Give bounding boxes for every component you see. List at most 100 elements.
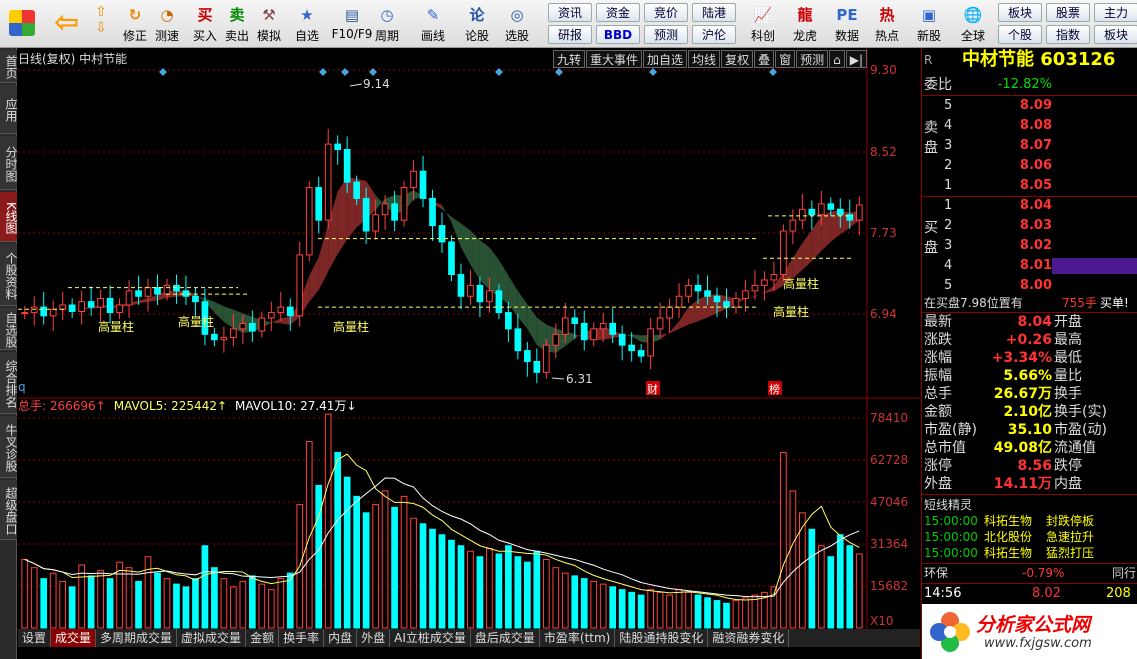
candle-body[interactable] <box>495 290 503 314</box>
volume-bar[interactable] <box>315 484 323 629</box>
龙虎-button[interactable]: 龍龙虎 <box>786 2 824 46</box>
candle-body[interactable] <box>391 203 398 221</box>
candle-body[interactable] <box>723 301 730 308</box>
volume-bar[interactable] <box>780 452 787 629</box>
volume-bar[interactable] <box>305 441 313 629</box>
volume-bar[interactable] <box>324 413 332 629</box>
volume-bar[interactable] <box>391 506 398 629</box>
volume-bar[interactable] <box>448 539 455 629</box>
chart-tool-7[interactable]: 预测 <box>796 50 829 68</box>
sell-level-row[interactable]: 3 8.07 <box>922 137 1137 155</box>
volume-bar[interactable] <box>400 495 408 629</box>
volume-bar[interactable] <box>144 556 152 629</box>
candle-body[interactable] <box>305 187 313 256</box>
科创-button[interactable]: 📈 科创 <box>744 2 782 46</box>
candle-body[interactable] <box>135 290 142 297</box>
sell-level-row[interactable]: 2 8.06 <box>922 157 1137 175</box>
candle-body[interactable] <box>770 274 778 281</box>
全球-button[interactable]: 🌐 全球 <box>954 2 992 46</box>
卖出-button[interactable]: 卖卖出 <box>220 2 254 46</box>
buy-level-row[interactable]: 4 8.01 <box>922 257 1137 275</box>
grid-btn-1-1[interactable]: BBD <box>596 25 640 44</box>
candle-body[interactable] <box>438 225 446 243</box>
windows-menu-button[interactable] <box>4 2 40 46</box>
volume-bar[interactable] <box>182 586 190 629</box>
chart-tool-3[interactable]: 均线 <box>688 50 721 68</box>
candle-body[interactable] <box>381 203 389 216</box>
side-tab-3[interactable]: K线图 <box>0 192 18 242</box>
candle-body[interactable] <box>192 295 199 303</box>
candle-body[interactable] <box>542 344 550 373</box>
volume-bar[interactable] <box>618 589 626 629</box>
back-button[interactable]: ⇦ <box>46 2 86 46</box>
candle-body[interactable] <box>732 297 740 308</box>
volume-bar[interactable] <box>163 578 171 629</box>
volume-bar[interactable] <box>230 586 237 629</box>
sell-level-row[interactable]: 5 8.09 <box>922 97 1137 115</box>
side-tab-7[interactable]: 牛叉诊股 <box>0 416 18 478</box>
candle-body[interactable] <box>789 219 797 232</box>
candle-body[interactable] <box>258 317 266 332</box>
买入-button[interactable]: 买买入 <box>188 2 222 46</box>
candle-body[interactable] <box>599 322 607 330</box>
candle-body[interactable] <box>248 322 256 332</box>
volume-bar[interactable] <box>87 575 95 629</box>
candle-body[interactable] <box>154 287 161 295</box>
volume-bar[interactable] <box>742 597 749 629</box>
volume-bar[interactable] <box>239 580 247 629</box>
candle-body[interactable] <box>49 308 57 317</box>
event-diamond-marker[interactable] <box>769 68 777 76</box>
chart-tool-5[interactable]: 叠 <box>754 50 775 68</box>
candle-body[interactable] <box>666 306 673 319</box>
chart-tool-9[interactable]: ▶| <box>845 50 868 68</box>
周期-button[interactable]: ◷ 周期 <box>370 2 404 46</box>
candle-body[interactable] <box>448 241 455 276</box>
candle-body[interactable] <box>618 333 626 346</box>
candle-body[interactable] <box>476 284 484 303</box>
buy-level-row[interactable]: 2 8.03 <box>922 217 1137 235</box>
candle-body[interactable] <box>410 170 417 189</box>
新股-button[interactable]: ▣ 新股 <box>910 2 948 46</box>
volume-bar[interactable] <box>68 586 76 629</box>
candle-body[interactable] <box>742 290 749 299</box>
sell-level-row[interactable]: 1 8.05 <box>922 177 1137 195</box>
volume-bar[interactable] <box>495 553 503 629</box>
candle-body[interactable] <box>761 279 768 286</box>
volume-bar[interactable] <box>410 517 417 629</box>
indicator-tab-10[interactable]: 市盈率(ttm) <box>540 629 616 647</box>
volume-bar[interactable] <box>656 591 664 629</box>
volume-bar[interactable] <box>467 550 474 629</box>
volume-bar[interactable] <box>30 567 38 629</box>
volume-bar[interactable] <box>647 589 654 629</box>
indicator-tab-3[interactable]: 虚拟成交量 <box>177 629 247 647</box>
candle-body[interactable] <box>324 143 332 221</box>
volume-bar[interactable] <box>49 572 57 629</box>
F10/F9-button[interactable]: ▤ F10/F9 <box>330 2 374 46</box>
volume-bar[interactable] <box>789 490 797 629</box>
side-tab-4[interactable]: 个股资料 <box>0 244 18 306</box>
volume-bar[interactable] <box>599 583 607 629</box>
buy-level-row[interactable]: 1 8.04 <box>922 197 1137 215</box>
volume-bar[interactable] <box>590 580 598 629</box>
candle-body[interactable] <box>836 208 844 216</box>
up-down-buttons[interactable]: ⇧ ⇩ <box>88 2 114 46</box>
candle-body[interactable] <box>533 360 541 373</box>
candle-body[interactable] <box>59 304 67 310</box>
candle-body[interactable] <box>637 350 645 357</box>
volume-bar[interactable] <box>486 547 493 629</box>
candle-body[interactable] <box>467 284 474 297</box>
event-diamond-marker[interactable] <box>159 68 167 76</box>
grid-btn-1-3[interactable]: 沪伦 <box>692 25 736 44</box>
candle-body[interactable] <box>78 301 85 312</box>
volume-bar[interactable] <box>267 589 275 629</box>
candle-body[interactable] <box>97 297 104 308</box>
candle-body[interactable] <box>808 208 816 216</box>
volume-bar[interactable] <box>817 545 825 629</box>
candle-body[interactable] <box>173 284 180 292</box>
candle-body[interactable] <box>429 197 436 227</box>
candle-body[interactable] <box>343 149 351 183</box>
volume-bar[interactable] <box>353 495 360 629</box>
volume-bar[interactable] <box>258 583 266 629</box>
volume-bar[interactable] <box>362 512 370 629</box>
volume-bar[interactable] <box>372 504 379 629</box>
